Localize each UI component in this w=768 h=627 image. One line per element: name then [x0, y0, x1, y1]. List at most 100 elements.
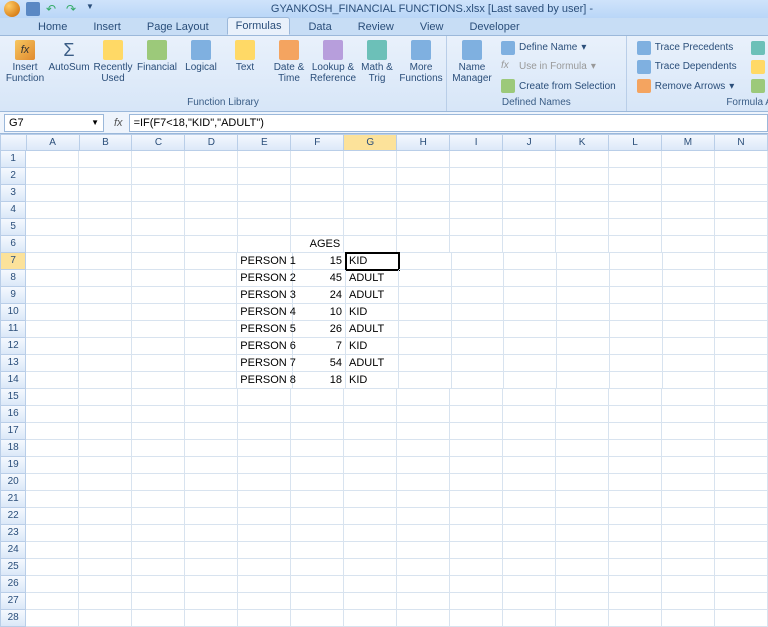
create-from-selection-button[interactable]: Create from Selection [499, 78, 618, 94]
cell-A14[interactable] [26, 372, 79, 389]
cell-H9[interactable] [399, 287, 452, 304]
cell-K6[interactable] [556, 236, 609, 253]
cell-N18[interactable] [715, 440, 768, 457]
cell-C18[interactable] [132, 440, 185, 457]
cell-B16[interactable] [79, 406, 132, 423]
cell-I22[interactable] [450, 508, 503, 525]
cell-G3[interactable] [344, 185, 397, 202]
cell-M16[interactable] [662, 406, 715, 423]
cell-E25[interactable] [238, 559, 291, 576]
cell-F4[interactable] [291, 202, 344, 219]
cell-C4[interactable] [132, 202, 185, 219]
cell-A26[interactable] [26, 576, 79, 593]
cell-K9[interactable] [557, 287, 610, 304]
recently-used-button[interactable]: Recently Used [92, 38, 134, 96]
cell-G6[interactable] [344, 236, 397, 253]
cell-H11[interactable] [399, 321, 452, 338]
cell-D8[interactable] [185, 270, 238, 287]
cell-B13[interactable] [79, 355, 132, 372]
cell-I27[interactable] [450, 593, 503, 610]
cell-H3[interactable] [397, 185, 450, 202]
qat-dropdown-icon[interactable]: ▼ [86, 2, 100, 16]
cell-A17[interactable] [26, 423, 79, 440]
cell-K4[interactable] [556, 202, 609, 219]
date-time-button[interactable]: Date & Time [268, 38, 310, 96]
cell-B15[interactable] [79, 389, 132, 406]
cell-C8[interactable] [132, 270, 185, 287]
cell-D15[interactable] [185, 389, 238, 406]
cell-E1[interactable] [238, 151, 291, 168]
cell-M23[interactable] [662, 525, 715, 542]
tab-page-layout[interactable]: Page Layout [139, 19, 217, 35]
cell-E28[interactable] [238, 610, 291, 627]
cell-H6[interactable] [397, 236, 450, 253]
cell-H27[interactable] [397, 593, 450, 610]
tab-insert[interactable]: Insert [85, 19, 129, 35]
tab-developer[interactable]: Developer [461, 19, 527, 35]
cell-G5[interactable] [344, 219, 397, 236]
cell-F5[interactable] [291, 219, 344, 236]
cell-L14[interactable] [610, 372, 663, 389]
cell-I1[interactable] [450, 151, 503, 168]
cell-M6[interactable] [662, 236, 715, 253]
cell-D18[interactable] [185, 440, 238, 457]
formula-input[interactable] [129, 114, 768, 132]
cell-J25[interactable] [503, 559, 556, 576]
cell-D6[interactable] [185, 236, 238, 253]
cell-D25[interactable] [185, 559, 238, 576]
cell-C24[interactable] [132, 542, 185, 559]
row-head-15[interactable]: 15 [0, 389, 26, 406]
cell-B9[interactable] [79, 287, 132, 304]
cell-D21[interactable] [185, 491, 238, 508]
cell-K12[interactable] [557, 338, 610, 355]
cell-B1[interactable] [79, 151, 132, 168]
cell-N1[interactable] [715, 151, 768, 168]
cell-E6[interactable] [238, 236, 291, 253]
cell-C12[interactable] [132, 338, 185, 355]
cell-B21[interactable] [79, 491, 132, 508]
spreadsheet-grid[interactable]: ABCDEFGHIJKLMN 123456AGES7PERSON 115KID8… [0, 134, 768, 627]
cell-I20[interactable] [450, 474, 503, 491]
cell-J20[interactable] [503, 474, 556, 491]
cell-K27[interactable] [556, 593, 609, 610]
cell-F7[interactable]: 15 [293, 253, 346, 270]
cell-J14[interactable] [504, 372, 557, 389]
cell-H23[interactable] [397, 525, 450, 542]
cell-K5[interactable] [556, 219, 609, 236]
more-functions-button[interactable]: More Functions [400, 38, 442, 96]
cell-K15[interactable] [556, 389, 609, 406]
cell-M13[interactable] [663, 355, 716, 372]
cell-M28[interactable] [662, 610, 715, 627]
cell-L17[interactable] [609, 423, 662, 440]
cell-N27[interactable] [715, 593, 768, 610]
cell-I14[interactable] [452, 372, 505, 389]
col-head-E[interactable]: E [238, 134, 291, 151]
cell-E22[interactable] [238, 508, 291, 525]
cell-K21[interactable] [556, 491, 609, 508]
cell-C9[interactable] [132, 287, 185, 304]
cell-C22[interactable] [132, 508, 185, 525]
cell-A4[interactable] [26, 202, 79, 219]
cell-A23[interactable] [26, 525, 79, 542]
cell-J10[interactable] [504, 304, 557, 321]
cell-M5[interactable] [662, 219, 715, 236]
cell-I9[interactable] [452, 287, 505, 304]
row-head-9[interactable]: 9 [0, 287, 26, 304]
cell-L2[interactable] [609, 168, 662, 185]
cell-J15[interactable] [503, 389, 556, 406]
cell-E12[interactable]: PERSON 6 [237, 338, 293, 355]
row-head-20[interactable]: 20 [0, 474, 26, 491]
cell-G22[interactable] [344, 508, 397, 525]
col-head-B[interactable]: B [80, 134, 133, 151]
col-head-J[interactable]: J [503, 134, 556, 151]
cell-H14[interactable] [399, 372, 452, 389]
cell-N24[interactable] [715, 542, 768, 559]
cell-L1[interactable] [609, 151, 662, 168]
cell-C17[interactable] [132, 423, 185, 440]
cell-J17[interactable] [503, 423, 556, 440]
select-all-corner[interactable] [0, 134, 27, 151]
cell-N11[interactable] [715, 321, 768, 338]
cell-H15[interactable] [397, 389, 450, 406]
col-head-K[interactable]: K [556, 134, 609, 151]
error-checking-button[interactable]: Error Checking ▾ [749, 59, 768, 75]
